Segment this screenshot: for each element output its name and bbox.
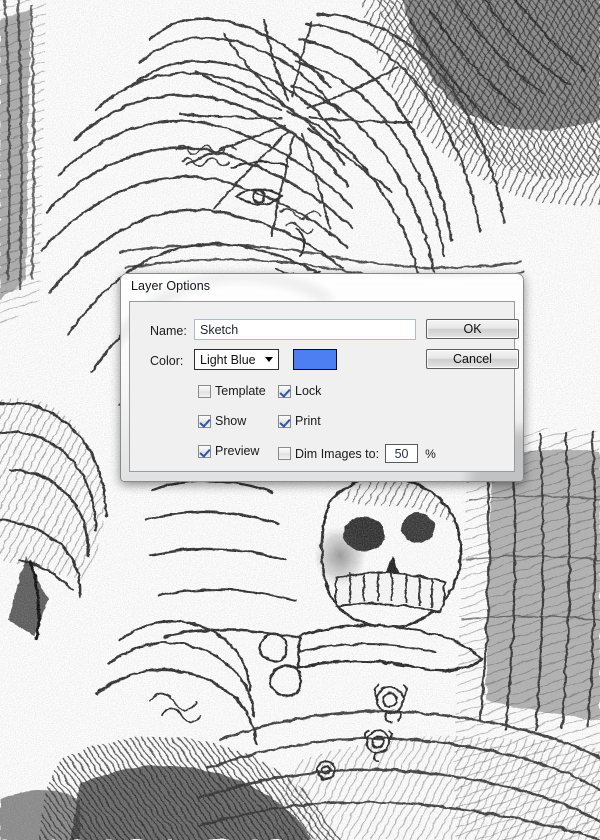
color-swatch[interactable] (293, 349, 337, 370)
checkbox-preview[interactable]: Preview (198, 444, 259, 458)
checkbox-dim-images-label: Dim Images to: (295, 446, 380, 461)
name-label: Name: (150, 324, 187, 338)
checkbox-show-box[interactable] (198, 414, 211, 428)
ok-button[interactable]: OK (426, 319, 519, 339)
checkbox-show-label: Show (215, 414, 247, 428)
checkbox-lock-box[interactable] (278, 384, 291, 398)
checkbox-preview-label: Preview (215, 444, 260, 458)
checkbox-dim-images[interactable]: Dim Images to: % (278, 444, 436, 463)
cancel-button[interactable]: Cancel (426, 349, 519, 369)
dialog-client-area: Name: Color: Light Blue Template Lock Sh… (129, 301, 519, 472)
checkbox-dim-images-box[interactable] (278, 447, 291, 460)
checkbox-preview-box[interactable] (198, 444, 211, 458)
dialog-title-bar[interactable]: Layer Options (120, 273, 524, 299)
color-select-value: Light Blue (200, 352, 256, 367)
checkbox-show[interactable]: Show (198, 414, 246, 428)
percent-sign-label: % (425, 446, 436, 461)
checkbox-print[interactable]: Print (278, 414, 321, 428)
color-label: Color: (150, 354, 184, 368)
chevron-down-icon[interactable] (259, 350, 278, 369)
checkbox-template[interactable]: Template (198, 384, 266, 398)
checkbox-template-box[interactable] (198, 384, 211, 398)
checkbox-template-label: Template (215, 384, 266, 398)
checkbox-lock[interactable]: Lock (278, 384, 321, 398)
dim-images-input[interactable] (385, 444, 419, 463)
color-select[interactable]: Light Blue (194, 349, 279, 370)
checkbox-print-box[interactable] (278, 414, 291, 428)
checkbox-print-label: Print (295, 414, 321, 428)
dialog-title: Layer Options (131, 279, 211, 293)
layer-name-input[interactable] (194, 319, 416, 340)
checkbox-lock-label: Lock (295, 384, 322, 398)
layer-options-dialog: Layer Options Name: Color: Light Blue Te… (120, 273, 524, 482)
